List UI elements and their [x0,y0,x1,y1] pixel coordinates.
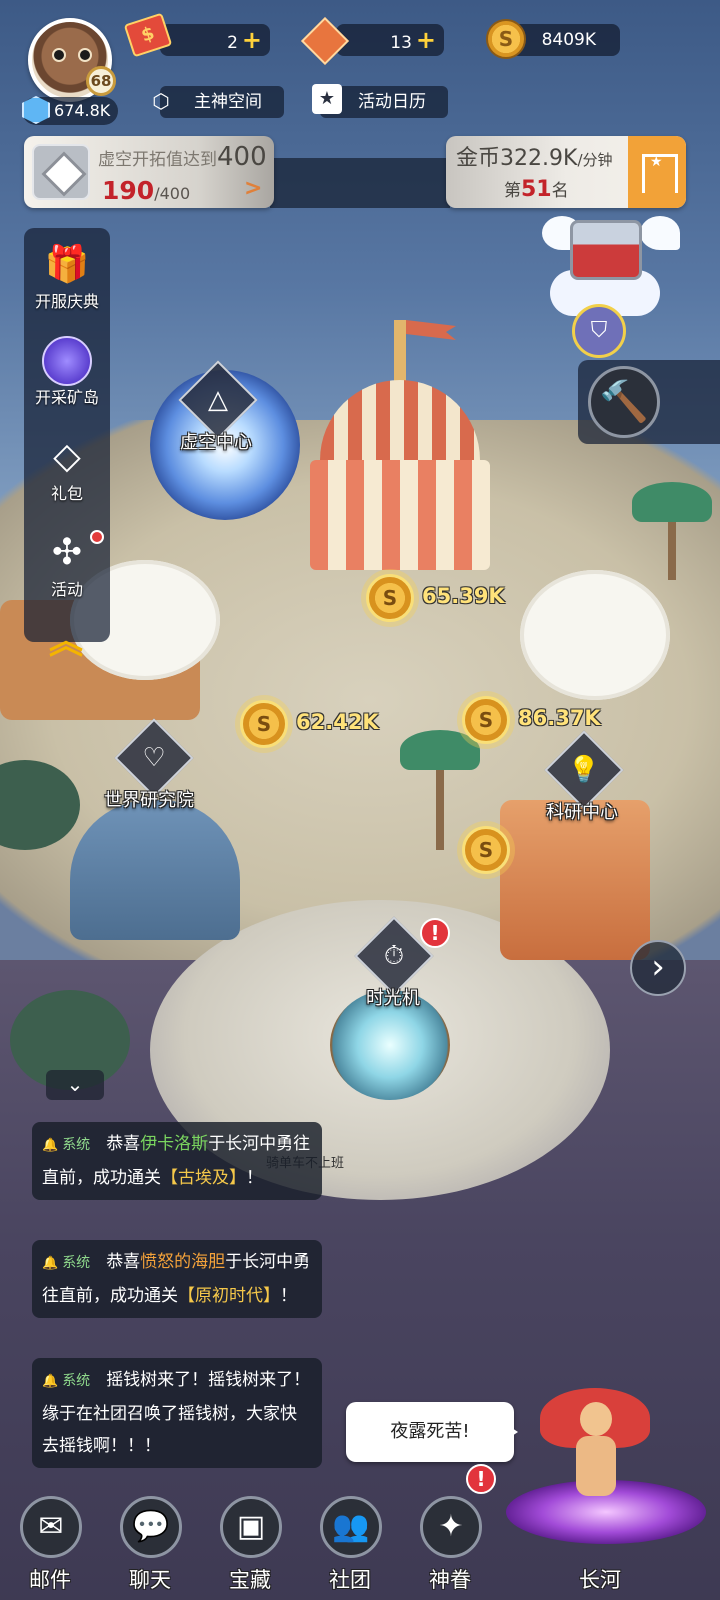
world-research-label[interactable]: 世界研究院 [104,786,194,812]
side-item-anniversary[interactable]: 🎁 开服庆典 [24,228,110,318]
nav-label: 聊天 [129,1568,171,1592]
guild-icon: 👥 [320,1496,382,1558]
build-panel: 🔨 [578,360,720,444]
red-ticket-counter[interactable]: 2 + [160,24,270,56]
side-item-label: 开服庆典 [34,292,99,311]
coin-collect-icon[interactable]: S [366,574,414,622]
bell-icon: 🔔 [42,1138,59,1153]
chat-message[interactable]: 🔔 系统 恭喜伊卡洛斯于长河中勇往直前，成功通关【古埃及】！ [32,1122,322,1200]
npc-speech-bubble: 夜露死苦! [346,1402,518,1462]
nav-guild[interactable]: 👥 社团 [300,1490,400,1600]
star-sparkle-icon: ✦ [420,1496,482,1558]
coin-amount: 86.37K [518,706,601,730]
coin-collect-icon[interactable]: S [462,696,510,744]
nav-label: 神眷 [429,1568,471,1592]
avatar-face [52,48,92,62]
chat-message[interactable]: 🔔 系统 恭喜愤怒的海胆于长河中勇往直前，成功通关【原初时代】！ [32,1240,322,1318]
gold-coin-value: 8409K [541,30,596,50]
gift-plant-icon: 🎁 [44,244,90,285]
coin-collect-icon[interactable]: S [462,826,510,874]
red-ticket-value: 2 [227,33,238,53]
bell-icon: 🔔 [42,1256,59,1271]
side-item-mining-island[interactable]: 开采矿岛 [24,324,110,414]
nav-label: 长河 [579,1568,621,1592]
palm-tree [632,482,712,522]
event-calendar-label: 活动日历 [358,92,426,112]
add-red-ticket-icon[interactable]: + [242,26,262,54]
quest-progress: 190/400 [102,176,191,205]
side-item-label: 活动 [50,580,83,599]
expand-up-chevron-icon[interactable]: ︽ [46,622,86,662]
gold-rate-panel[interactable]: 金币322.9K/分钟 第51名 [446,136,686,208]
gold-rate-line: 金币322.9K/分钟 [456,146,613,171]
gold-coin-icon: S [486,19,526,59]
nav-label: 宝藏 [229,1568,271,1592]
coin-collect-icon[interactable]: S [240,700,288,748]
treasure-chest-icon: ▣ [220,1496,282,1558]
pinwheel-icon: ✣ [51,532,83,573]
nav-treasure[interactable]: ▣ 宝藏 [200,1490,300,1600]
research-center-label[interactable]: 科研中心 [546,798,618,824]
alert-icon: ! [466,1464,496,1494]
side-item-gift-pack[interactable]: ◇ 礼包 [24,420,110,510]
flying-treasure-chest[interactable] [542,210,690,320]
quest-title: 虚空开拓值达到400 [98,142,267,172]
nav-long-river[interactable]: 长河 [550,1490,650,1600]
nav-mail[interactable]: ✉ 邮件 [0,1490,100,1600]
calendar-icon: ★ [312,84,342,114]
circus-tent-building[interactable] [300,320,500,580]
nav-divine-favor[interactable]: ✦ 神眷 ! [400,1464,500,1600]
chat-collapse-toggle[interactable]: ⌄ [46,1070,104,1100]
palm-trunk [436,760,444,850]
coin-amount: 65.39K [422,584,505,608]
treasure-chest-icon [570,220,642,280]
side-item-events[interactable]: ✣ 活动 [24,516,110,606]
notification-dot [90,530,104,544]
void-quest-icon [32,144,90,200]
bell-icon: 🔔 [42,1374,59,1389]
lightbulb-icon: 💡 [567,755,601,785]
alert-icon: ! [420,918,450,948]
next-area-arrow-icon[interactable]: › [630,940,686,996]
mountain-icon: △ [208,385,228,415]
mail-icon: ✉ [20,1496,82,1558]
world-research-building[interactable] [70,800,240,940]
chat-icon: 💬 [120,1496,182,1558]
nav-label: 邮件 [29,1568,71,1592]
leaderboard-icon[interactable] [628,136,686,208]
mining-island-icon [42,336,92,386]
wing-right [640,216,680,250]
stopwatch-icon: ⏱ [383,941,405,971]
coin-amount: 62.42K [296,710,379,734]
research-center-building[interactable] [500,800,650,960]
quest-arrow-icon[interactable]: > [244,176,262,201]
void-center-label[interactable]: 虚空中心 [180,428,252,454]
heart-hand-icon: ♡ [142,743,166,773]
side-item-label: 开采矿岛 [34,388,99,407]
god-space-button[interactable]: 主神空间 [160,86,284,118]
add-diamond-ticket-icon[interactable]: + [416,26,436,54]
nav-label: 社团 [329,1568,371,1592]
side-menu: 🎁 开服庆典 开采矿岛 ◇ 礼包 ✣ 活动 [24,228,110,642]
diamond-ticket-value: 13 [390,33,412,53]
bottom-nav: ✉ 邮件 💬 聊天 ▣ 宝藏 👥 社团 ✦ 神眷 ! 长河 [0,1464,720,1600]
gold-coin-counter[interactable]: 8409K [510,24,620,56]
construction-smoke [520,570,670,700]
diamond-icon: ◇ [53,436,81,477]
god-space-label: 主神空间 [194,92,262,112]
void-quest-panel[interactable]: 虚空开拓值达到400 190/400 > [24,136,274,208]
nav-chat[interactable]: 💬 聊天 [100,1490,200,1600]
quest-strip [270,158,450,208]
diamond-ticket-counter[interactable]: 13 + [336,24,444,56]
hammer-icon[interactable]: 🔨 [588,366,660,438]
shield-badge-icon[interactable]: ⛉ [572,304,626,358]
gold-rank-line: 第51名 [504,177,569,202]
time-machine-label[interactable]: 时光机 [366,984,420,1010]
chat-message[interactable]: 🔔 系统 摇钱树来了！摇钱树来了！缘于在社团召唤了摇钱树，大家快去摇钱啊！！！ [32,1358,322,1468]
player-level-badge: 68 [86,66,116,96]
side-item-label: 礼包 [50,484,83,503]
cube-icon: ⬡ [152,89,170,113]
